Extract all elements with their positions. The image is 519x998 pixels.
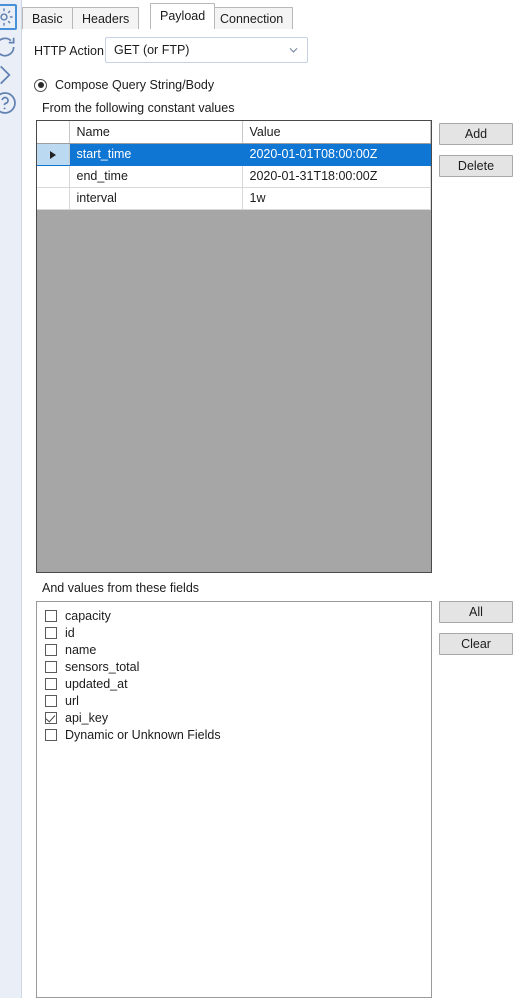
payload-content: HTTP Action GET (or FTP) Compose Query S… — [22, 29, 519, 998]
field-label: name — [65, 642, 97, 657]
tab-headers[interactable]: Headers — [72, 7, 140, 29]
cell-value[interactable]: 2020-01-31T18:00:00Z — [242, 165, 431, 188]
field-label: Dynamic or Unknown Fields — [65, 727, 221, 742]
checkbox-url[interactable] — [45, 694, 57, 707]
fields-list: capacity id name sensors_total updated_a… — [37, 602, 431, 743]
tab-basic[interactable]: Basic — [22, 7, 73, 29]
constants-grid[interactable]: Name Value start_time 2020-01-01T08:00:0… — [36, 120, 432, 573]
checkbox-dynamic-unknown-fields[interactable] — [45, 728, 57, 741]
cell-name[interactable]: end_time — [69, 165, 243, 188]
checkbox-capacity[interactable] — [45, 609, 57, 622]
current-row-arrow-icon — [49, 150, 56, 159]
compose-query-radio[interactable]: Compose Query String/Body — [34, 76, 214, 94]
cell-value[interactable]: 2020-01-01T08:00:00Z — [242, 143, 431, 166]
list-item[interactable]: capacity — [37, 607, 431, 624]
tab-bar: Basic Headers Payload Connection — [22, 0, 519, 30]
field-label: id — [65, 625, 75, 640]
fields-list-box[interactable]: capacity id name sensors_total updated_a… — [36, 601, 432, 998]
tab-payload[interactable]: Payload — [150, 3, 216, 30]
field-label: updated_at — [65, 676, 128, 691]
list-item[interactable]: url — [37, 692, 431, 709]
checkbox-api-key[interactable] — [45, 711, 57, 724]
chevron-down-icon — [289, 47, 298, 53]
column-header-name[interactable]: Name — [69, 121, 243, 144]
help-icon[interactable] — [0, 90, 18, 116]
cell-value[interactable]: 1w — [242, 187, 431, 210]
payload-tab-panel: Basic Headers Payload Connection HTTP Ac… — [0, 0, 519, 998]
list-item[interactable]: updated_at — [37, 675, 431, 692]
cell-name[interactable]: interval — [69, 187, 243, 210]
constants-table: Name Value start_time 2020-01-01T08:00:0… — [37, 121, 431, 210]
gear-icon[interactable] — [0, 4, 17, 30]
field-label: api_key — [65, 710, 109, 725]
field-label: capacity — [65, 608, 111, 623]
http-action-select[interactable]: GET (or FTP) — [105, 37, 308, 63]
left-icon-rail — [0, 0, 22, 998]
row-selector-header — [37, 121, 70, 144]
constants-caption: From the following constant values — [42, 101, 235, 115]
fields-caption: And values from these fields — [42, 581, 200, 595]
http-action-label: HTTP Action — [34, 44, 104, 58]
refresh-icon[interactable] — [0, 34, 18, 60]
list-item[interactable]: name — [37, 641, 431, 658]
row-selector-cell[interactable] — [37, 187, 70, 210]
cell-name[interactable]: start_time — [69, 143, 243, 166]
table-row[interactable]: interval 1w — [37, 187, 431, 210]
list-item[interactable]: Dynamic or Unknown Fields — [37, 726, 431, 743]
table-header-row: Name Value — [37, 121, 431, 144]
http-action-value: GET (or FTP) — [114, 43, 190, 57]
compose-query-label: Compose Query String/Body — [55, 78, 215, 92]
delete-button[interactable]: Delete — [439, 155, 513, 177]
table-row[interactable]: end_time 2020-01-31T18:00:00Z — [37, 165, 431, 188]
row-selector-cell[interactable] — [37, 165, 70, 188]
all-button[interactable]: All — [439, 601, 513, 623]
checkbox-name[interactable] — [45, 643, 57, 656]
checkbox-updated-at[interactable] — [45, 677, 57, 690]
clear-button[interactable]: Clear — [439, 633, 513, 655]
field-label: sensors_total — [65, 659, 140, 674]
tab-connection[interactable]: Connection — [210, 7, 294, 29]
checkbox-sensors-total[interactable] — [45, 660, 57, 673]
checkbox-id[interactable] — [45, 626, 57, 639]
table-row[interactable]: start_time 2020-01-01T08:00:00Z — [37, 143, 431, 166]
field-label: url — [65, 693, 79, 708]
list-item[interactable]: api_key — [37, 709, 431, 726]
add-button[interactable]: Add — [439, 123, 513, 145]
column-header-value[interactable]: Value — [242, 121, 431, 144]
chevron-right-icon[interactable] — [0, 62, 18, 88]
radio-indicator — [34, 78, 47, 92]
row-selector-cell[interactable] — [37, 143, 70, 166]
list-item[interactable]: id — [37, 624, 431, 641]
list-item[interactable]: sensors_total — [37, 658, 431, 675]
